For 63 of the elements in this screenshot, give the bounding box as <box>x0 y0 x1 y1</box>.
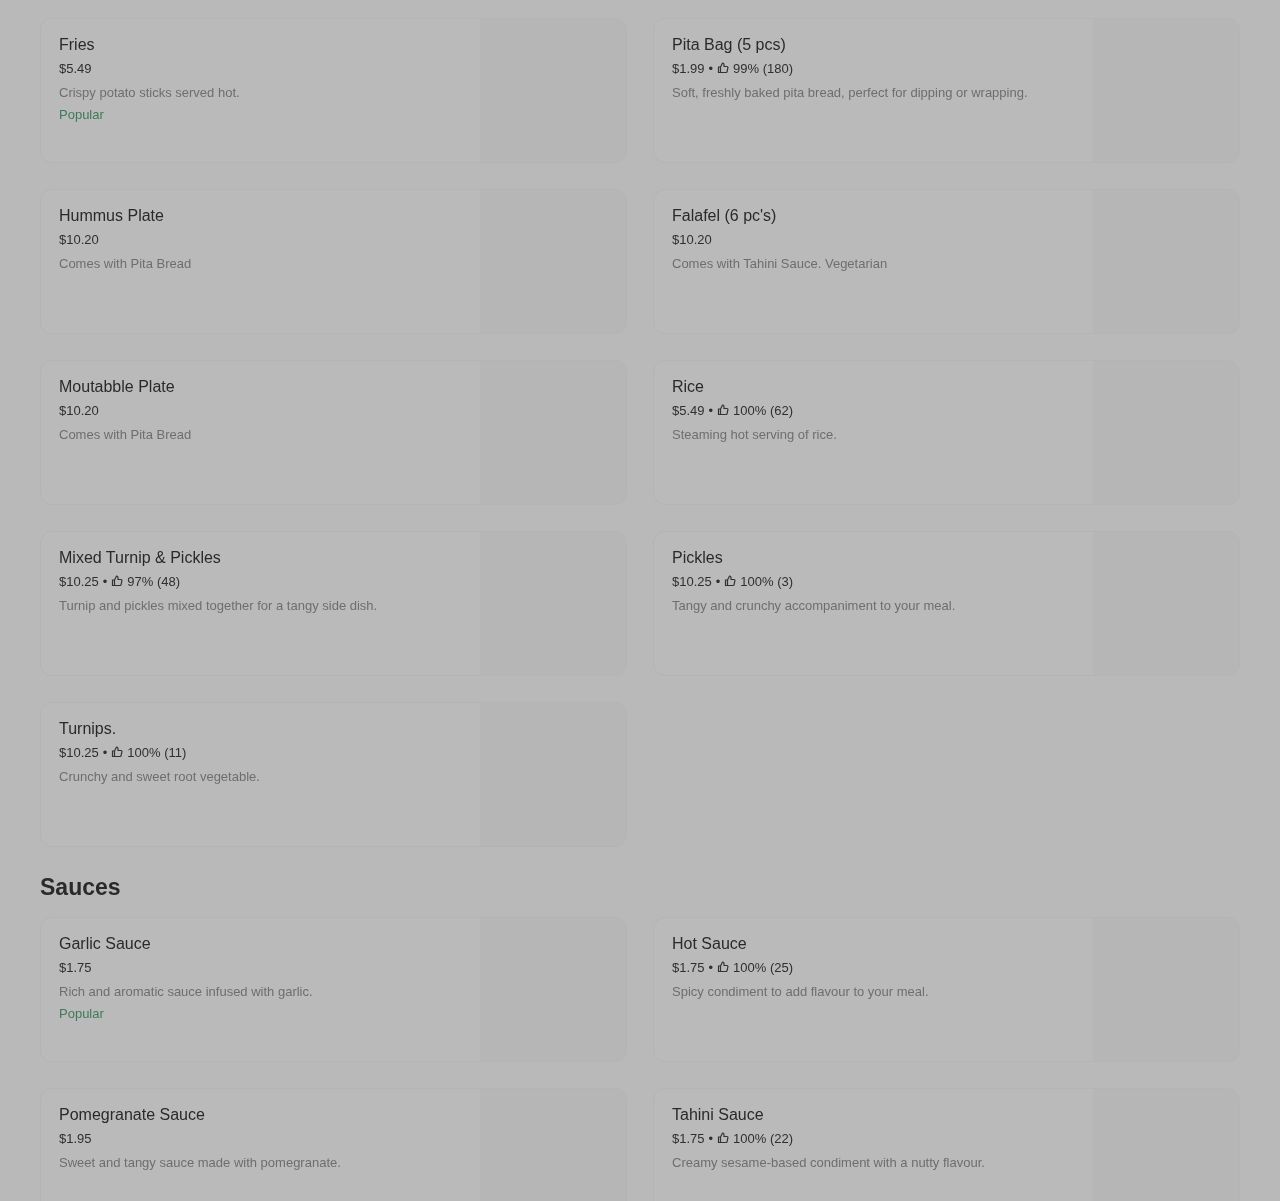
thumbs-up-icon <box>717 62 730 74</box>
item-price: $5.49 <box>672 402 705 420</box>
item-name: Turnips. <box>59 719 117 739</box>
item-rating: 97% (48) <box>127 573 181 591</box>
popular-tag: Popular <box>59 105 104 125</box>
separator-dot: • <box>708 959 714 977</box>
item-price: $1.99 <box>672 60 705 78</box>
item-name: Hummus Plate <box>59 206 164 226</box>
item-description: Spicy condiment to add flavour to your meal. <box>672 983 929 1001</box>
item-rating: 100% (11) <box>127 744 187 762</box>
item-rating: 99% (180) <box>733 60 794 78</box>
item-description: Turnip and pickles mixed together for a tangy side dish. <box>59 597 378 615</box>
item-description: Creamy sesame-based condiment with a nutty flavour. <box>672 1154 985 1172</box>
item-name: Mixed Turnip & Pickles <box>59 548 221 568</box>
separator-dot: • <box>102 573 108 591</box>
item-description: Sweet and tangy sauce made with pomegranate. <box>59 1154 341 1172</box>
item-name: Pita Bag (5 pcs) <box>672 35 786 55</box>
item-description: Comes with Pita Bread <box>59 255 192 273</box>
popular-tag: Popular <box>59 1004 104 1024</box>
item-rating: 100% (3) <box>740 573 794 591</box>
item-description: Rich and aromatic sauce infused with garlic. <box>59 983 313 1001</box>
thumbs-up-icon <box>717 404 730 416</box>
separator-dot: • <box>715 573 721 591</box>
item-price: $10.25 <box>672 573 712 591</box>
item-name: Moutabble Plate <box>59 377 175 397</box>
item-name: Hot Sauce <box>672 934 747 954</box>
item-description: Crunchy and sweet root vegetable. <box>59 768 260 786</box>
separator-dot: • <box>708 60 714 78</box>
item-price: $10.20 <box>59 231 99 249</box>
item-rating: 100% (62) <box>733 402 794 420</box>
item-description: Soft, freshly baked pita bread, perfect for dipping or wrapping. <box>672 84 1028 102</box>
item-price: $1.75 <box>59 959 92 977</box>
item-price: $10.25 <box>59 744 99 762</box>
separator-dot: • <box>102 744 108 762</box>
item-name: Garlic Sauce <box>59 934 151 954</box>
item-price: $1.75 <box>672 959 705 977</box>
item-name: Pickles <box>672 548 723 568</box>
item-description: Steaming hot serving of rice. <box>672 426 837 444</box>
item-price: $1.75 <box>672 1130 705 1148</box>
item-price: $10.25 <box>59 573 99 591</box>
item-price: $1.95 <box>59 1130 92 1148</box>
item-description: Tangy and crunchy accompaniment to your meal. <box>672 597 956 615</box>
separator-dot: • <box>708 1130 714 1148</box>
thumbs-up-icon <box>111 746 124 758</box>
section-heading: Sauces <box>40 873 122 901</box>
item-name: Pomegranate Sauce <box>59 1105 205 1125</box>
item-name: Fries <box>59 35 95 55</box>
item-price: $5.49 <box>59 60 92 78</box>
thumbs-up-icon <box>717 961 730 973</box>
separator-dot: • <box>708 402 714 420</box>
thumbs-up-icon <box>717 1132 730 1144</box>
item-rating: 100% (22) <box>733 1130 794 1148</box>
item-price: $10.20 <box>672 231 712 249</box>
item-price: $10.20 <box>59 402 99 420</box>
thumbs-up-icon <box>111 575 124 587</box>
item-name: Falafel (6 pc's) <box>672 206 777 226</box>
item-description: Comes with Tahini Sauce. Vegetarian <box>672 255 888 273</box>
item-description: Crispy potato sticks served hot. <box>59 84 240 102</box>
item-name: Tahini Sauce <box>672 1105 764 1125</box>
item-rating: 100% (25) <box>733 959 794 977</box>
item-description: Comes with Pita Bread <box>59 426 192 444</box>
thumbs-up-icon <box>724 575 737 587</box>
item-name: Rice <box>672 377 704 397</box>
